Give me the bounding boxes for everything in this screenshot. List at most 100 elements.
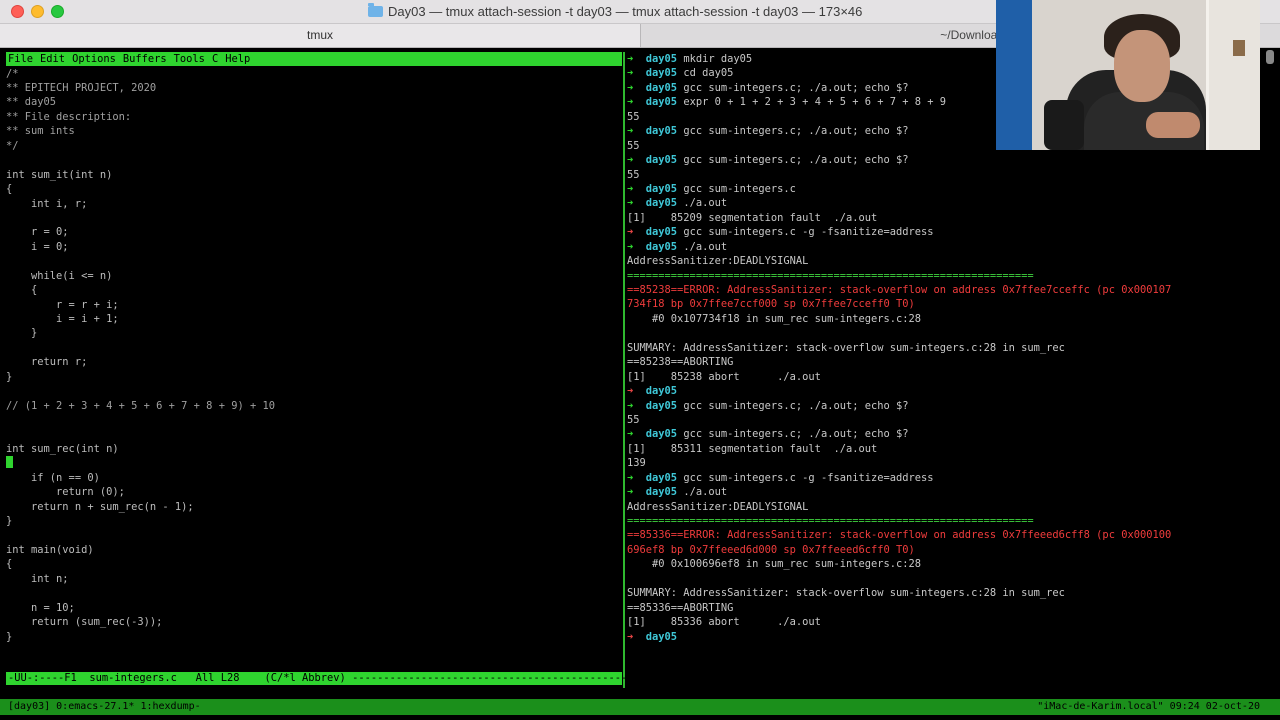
code-line: ** EPITECH PROJECT, 2020 xyxy=(6,82,157,95)
shell-prompt-line: ➜ day05 xyxy=(627,384,1272,398)
shell-prompt-line: ➜ day05 xyxy=(627,630,1272,644)
code-editor[interactable]: /* ** EPITECH PROJECT, 2020 ** day05 ** Fil… xyxy=(6,67,622,645)
prompt-command: gcc sum-integers.c; ./a.out; echo $? xyxy=(677,154,909,167)
code-line: int main(void) xyxy=(6,544,94,557)
text-cursor xyxy=(6,456,13,469)
code-line: return (0); xyxy=(6,486,125,499)
code-line: // (1 + 2 + 3 + 4 + 5 + 6 + 7 + 8 + 9) +… xyxy=(6,399,275,412)
prompt-arrow-icon: ➜ xyxy=(627,240,646,253)
code-line: } xyxy=(6,515,13,528)
code-line: return r; xyxy=(6,356,88,369)
presenter-face xyxy=(1114,30,1170,102)
prompt-command: cd day05 xyxy=(677,67,734,80)
zoom-window-button[interactable] xyxy=(51,5,64,18)
tmux-window-list[interactable]: [day03] 0:emacs-27.1* 1:hexdump- xyxy=(8,699,201,715)
emacs-modeline: -UU-:----F1 sum-integers.c All L28 (C/*l… xyxy=(6,672,653,685)
prompt-command: gcc sum-integers.c; ./a.out; echo $? xyxy=(677,428,909,441)
shell-output-line: #0 0x107734f18 in sum_rec sum-integers.c… xyxy=(627,312,922,325)
emacs-menu-file[interactable]: File xyxy=(8,53,33,65)
shell-output-line: AddressSanitizer:DEADLYSIGNAL xyxy=(627,500,809,513)
shell-output-line: 55 xyxy=(627,413,640,426)
prompt-command: gcc sum-integers.c; ./a.out; echo $? xyxy=(677,125,909,138)
picture-frame xyxy=(1233,40,1245,56)
emacs-menu-edit[interactable]: Edit xyxy=(40,53,65,65)
close-window-button[interactable] xyxy=(11,5,24,18)
prompt-dir: day05 xyxy=(645,182,678,195)
shell-output-line: 139 xyxy=(627,457,646,470)
prompt-arrow-icon: ➜ xyxy=(627,471,646,484)
shell-output-line: ==85238==ABORTING xyxy=(627,356,734,369)
code-line: r = 0; xyxy=(6,226,69,239)
window-title: Day03 — tmux attach-session -t day03 — t… xyxy=(368,0,862,24)
code-line: int sum_it(int n) xyxy=(6,168,113,181)
emacs-pane[interactable]: File Edit Options Buffers Tools C Help /* ** EP… xyxy=(6,52,622,688)
code-line: ** day05 xyxy=(6,96,57,109)
shell-output-line: [1] 85209 segmentation fault ./a.out xyxy=(627,211,878,224)
microphone xyxy=(1044,100,1084,150)
shell-prompt-line: ➜ day05 ./a.out xyxy=(627,485,1272,499)
prompt-dir: day05 xyxy=(645,67,678,80)
emacs-menu-help[interactable]: Help xyxy=(225,53,250,65)
prompt-dir: day05 xyxy=(645,197,678,210)
emacs-menu-options[interactable]: Options xyxy=(72,53,116,65)
prompt-arrow-icon: ➜ xyxy=(627,486,646,499)
code-line: i = 0; xyxy=(6,240,69,253)
prompt-command: ./a.out xyxy=(677,197,728,210)
code-line xyxy=(6,456,622,470)
tab-tmux[interactable]: tmux xyxy=(0,24,640,47)
prompt-arrow-icon: ➜ xyxy=(627,154,646,167)
code-line: r = r + i; xyxy=(6,298,119,311)
prompt-arrow-icon: ➜ xyxy=(627,385,646,398)
shell-output-line: [1] 85336 abort ./a.out xyxy=(627,616,821,629)
emacs-menu-buffers[interactable]: Buffers xyxy=(123,53,167,65)
pane-divider[interactable] xyxy=(623,52,625,688)
shell-error-line: ==85238==ERROR: AddressSanitizer: stack-… xyxy=(627,284,1172,296)
prompt-arrow-icon: ➜ xyxy=(627,96,646,109)
prompt-dir: day05 xyxy=(645,486,678,499)
webcam-overlay xyxy=(996,0,1260,150)
scrollbar[interactable] xyxy=(1266,50,1274,64)
prompt-arrow-icon: ➜ xyxy=(627,399,646,412)
code-line: { xyxy=(6,558,13,571)
prompt-arrow-icon: ➜ xyxy=(627,197,646,210)
window-title-text: Day03 — tmux attach-session -t day03 — t… xyxy=(388,4,863,19)
prompt-dir: day05 xyxy=(645,240,678,253)
code-line: } xyxy=(6,327,38,340)
prompt-command: gcc sum-integers.c xyxy=(677,182,796,195)
prompt-dir: day05 xyxy=(645,385,678,398)
code-line: /* xyxy=(6,67,19,80)
prompt-command: gcc sum-integers.c; ./a.out; echo $? xyxy=(677,399,909,412)
code-line: return n + sum_rec(n - 1); xyxy=(6,500,194,513)
emacs-menu-tools[interactable]: Tools xyxy=(174,53,205,65)
shell-error-line: ==85336==ERROR: AddressSanitizer: stack-… xyxy=(627,529,1172,542)
tmux-statusbar: [day03] 0:emacs-27.1* 1:hexdump- "iMac-d… xyxy=(0,699,1280,715)
shell-prompt-line: ➜ day05 gcc sum-integers.c; ./a.out; ech… xyxy=(627,427,1272,441)
shell-prompt-line: ➜ day05 gcc sum-integers.c; ./a.out; ech… xyxy=(627,399,1272,413)
prompt-command: gcc sum-integers.c; ./a.out; echo $? xyxy=(677,81,909,94)
code-line: int n; xyxy=(6,572,69,585)
folder-icon xyxy=(368,3,383,17)
code-line: return (sum_rec(-3)); xyxy=(6,616,163,629)
prompt-command: expr 0 + 1 + 2 + 3 + 4 + 5 + 6 + 7 + 8 +… xyxy=(677,96,947,109)
prompt-command: ./a.out xyxy=(677,240,728,253)
code-line: n = 10; xyxy=(6,601,75,614)
prompt-dir: day05 xyxy=(645,226,678,239)
prompt-dir: day05 xyxy=(645,428,678,441)
minimize-window-button[interactable] xyxy=(31,5,44,18)
prompt-dir: day05 xyxy=(645,154,678,167)
prompt-command: ./a.out xyxy=(677,486,728,499)
shell-prompt-line: ➜ day05 ./a.out xyxy=(627,196,1272,210)
code-line: } xyxy=(6,630,13,643)
code-line: int i, r; xyxy=(6,197,88,210)
shell-prompt-line: ➜ day05 gcc sum-integers.c -g -fsanitize… xyxy=(627,225,1272,239)
shell-output-line: AddressSanitizer:DEADLYSIGNAL xyxy=(627,255,809,268)
shell-prompt-line: ➜ day05 ./a.out xyxy=(627,240,1272,254)
emacs-menu-c[interactable]: C xyxy=(212,53,218,65)
